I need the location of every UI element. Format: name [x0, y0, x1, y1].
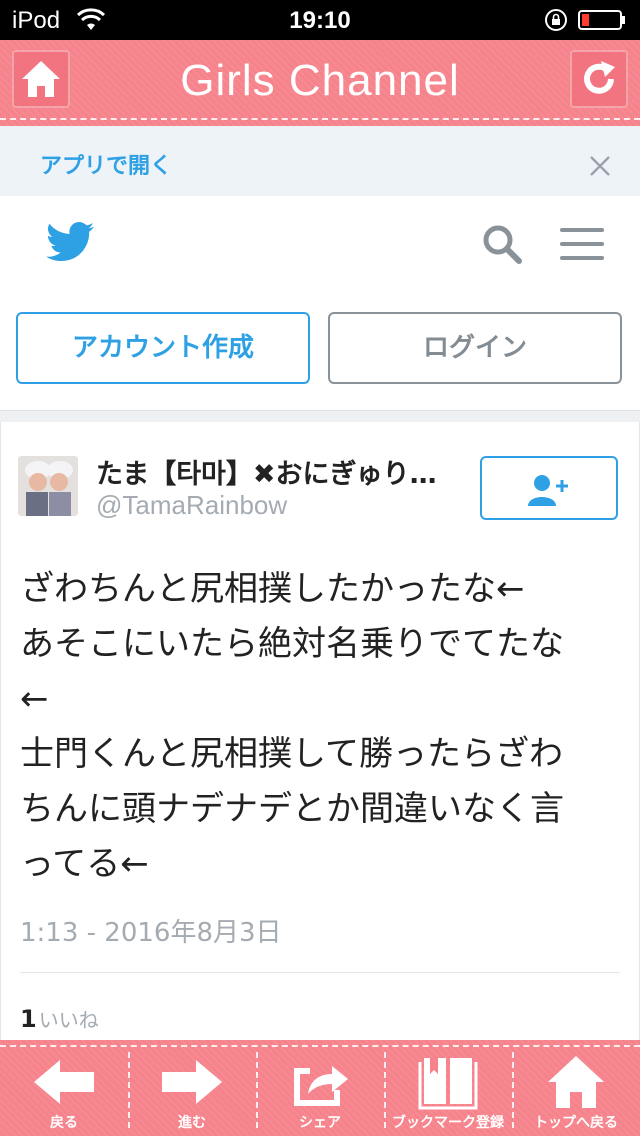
search-icon[interactable] — [480, 222, 524, 266]
tweet-author-handle[interactable]: @TamaRainbow — [96, 490, 287, 521]
forward-label: 進む — [178, 1115, 206, 1131]
forward-button[interactable]: 進む — [128, 1040, 256, 1136]
rotation-lock-icon — [545, 9, 567, 31]
header-stitch — [0, 118, 640, 120]
home-icon — [548, 1056, 604, 1108]
arrow-right-icon — [162, 1060, 222, 1104]
create-account-button[interactable]: アカウント作成 — [16, 312, 310, 384]
bookmark-button[interactable]: ブックマーク登録 — [384, 1040, 512, 1136]
share-label: シェア — [299, 1115, 341, 1131]
share-icon — [294, 1066, 348, 1106]
tweet-line: ってる← — [20, 844, 149, 884]
close-icon[interactable] — [588, 154, 612, 178]
reload-button[interactable] — [570, 50, 628, 108]
top-button[interactable]: トップへ戻る — [512, 1040, 640, 1136]
app-header: Girls Channel — [0, 40, 640, 126]
follow-button[interactable] — [480, 456, 618, 520]
share-button[interactable]: シェア — [256, 1040, 384, 1136]
status-bar: iPod 19:10 — [0, 0, 640, 40]
likes-count[interactable]: 1 いいね — [20, 1004, 99, 1033]
avatar[interactable] — [18, 456, 78, 516]
tweet-text: ざわちんと尻相撲したかったな← あそこにいたら絶対名乗りでてたな ← 士門くんと… — [20, 562, 620, 892]
app-title: Girls Channel — [180, 56, 460, 105]
tweet-line: ← — [20, 679, 49, 719]
twitter-bird-icon[interactable] — [46, 222, 94, 262]
top-label: トップへ戻る — [534, 1115, 618, 1131]
likes-label: いいね — [38, 1008, 99, 1032]
tweet-line: ざわちんと尻相撲したかったな← — [20, 569, 525, 609]
open-in-app-banner[interactable]: アプリで開く — [0, 126, 640, 196]
tweet-timestamp[interactable]: 1:13 - 2016年8月3日 — [20, 912, 282, 949]
login-button[interactable]: ログイン — [328, 312, 622, 384]
add-user-icon — [528, 475, 568, 506]
menu-icon[interactable] — [560, 226, 604, 262]
tweet-divider — [20, 972, 620, 973]
battery-icon — [578, 10, 625, 30]
tweet-line: ちんに頭ナデナデとか間違いなく言 — [20, 789, 564, 829]
back-button[interactable]: 戻る — [0, 1040, 128, 1136]
avatar-photo — [18, 456, 78, 516]
likes-number: 1 — [20, 1005, 37, 1033]
back-label: 戻る — [50, 1115, 78, 1131]
reload-icon — [584, 61, 615, 94]
open-in-app-link[interactable]: アプリで開く — [40, 148, 172, 180]
tweet-line: 士門くんと尻相撲して勝ったらざわ — [20, 734, 563, 774]
bottom-toolbar: 戻る 進む シェア ブックマーク登録 トップへ戻る — [0, 1040, 640, 1136]
tweet-author-name[interactable]: たま【타마】✖おにぎゅり… — [96, 452, 456, 491]
bookmark-book-icon — [418, 1058, 478, 1110]
bookmark-label: ブックマーク登録 — [392, 1115, 504, 1131]
arrow-left-icon — [34, 1060, 94, 1104]
tweet-line: あそこにいたら絶対名乗りでてたな — [20, 624, 564, 664]
